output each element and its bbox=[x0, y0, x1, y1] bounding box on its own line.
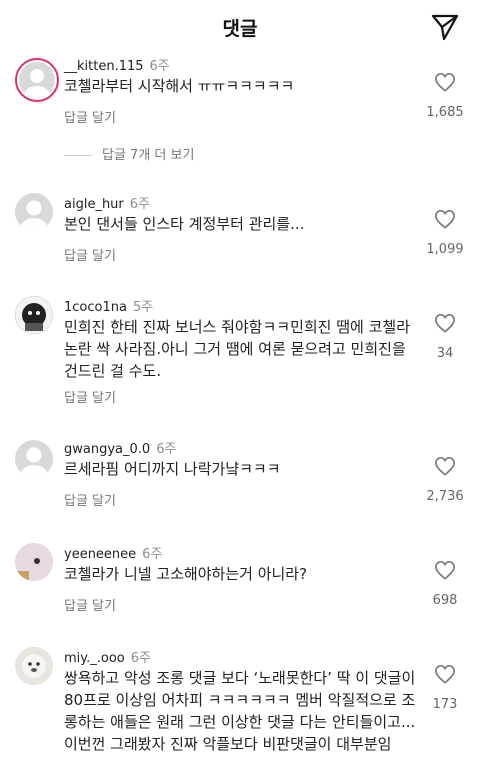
comment-username[interactable]: __kitten.115 bbox=[64, 59, 144, 74]
send-icon[interactable] bbox=[430, 12, 460, 42]
reply-button[interactable]: 답글 달기 bbox=[64, 387, 116, 406]
heart-icon[interactable] bbox=[434, 313, 456, 333]
heart-icon[interactable] bbox=[434, 72, 456, 92]
view-more-replies[interactable]: 답글 7개 더 보기 bbox=[64, 144, 194, 163]
heart-icon[interactable] bbox=[434, 456, 456, 476]
comment-username[interactable]: yeeneenee bbox=[64, 547, 136, 562]
default-avatar-icon bbox=[20, 200, 48, 231]
profile-photo-icon bbox=[15, 647, 53, 685]
profile-photo-icon bbox=[15, 296, 53, 334]
comment-text: 코첼라부터 시작해서 ㅠㅠㅋㅋㅋㅋㅋ bbox=[64, 77, 295, 95]
heart-icon[interactable] bbox=[434, 209, 456, 229]
comment-username[interactable]: miy._.ooo bbox=[64, 651, 125, 666]
default-avatar-icon bbox=[20, 447, 48, 478]
reply-button[interactable]: 답글 달기 bbox=[64, 595, 116, 614]
like-count: 1,099 bbox=[426, 242, 464, 257]
reply-button[interactable]: 답글 달기 bbox=[64, 490, 116, 509]
avatar[interactable] bbox=[15, 440, 53, 478]
comment-username[interactable]: 1coco1na bbox=[64, 300, 127, 315]
heart-icon[interactable] bbox=[434, 560, 456, 580]
comment-text: 르세라핌 어디까지 나락가냨ㅋㅋㅋ bbox=[64, 460, 281, 478]
divider bbox=[64, 155, 92, 156]
comment-time: 6주 bbox=[142, 547, 163, 562]
like-count: 34 bbox=[436, 346, 454, 361]
avatar[interactable] bbox=[15, 58, 59, 102]
like-count: 1,685 bbox=[426, 105, 464, 120]
avatar[interactable] bbox=[15, 647, 53, 685]
profile-photo-icon bbox=[15, 543, 53, 581]
header: 댓글 bbox=[0, 0, 480, 52]
comment-time: 6주 bbox=[130, 651, 151, 666]
comment-text: 코첼라가 니넬 고소해야하는거 아니라? bbox=[64, 565, 308, 583]
comment-text: 쌍욕하고 악성 조롱 댓글 보다 ‘노래못한다’ 딱 이 댓글이 80프로 이상… bbox=[64, 669, 416, 753]
reply-button[interactable]: 답글 달기 bbox=[64, 245, 116, 264]
comment-time: 6주 bbox=[149, 59, 170, 74]
like-count: 173 bbox=[432, 697, 458, 712]
heart-icon[interactable] bbox=[434, 664, 456, 684]
default-avatar-icon bbox=[24, 69, 50, 98]
avatar[interactable] bbox=[15, 296, 53, 334]
comment-username[interactable]: gwangya_0.0 bbox=[64, 442, 150, 457]
reply-button[interactable]: 답글 달기 bbox=[64, 107, 116, 126]
comment-time: 6주 bbox=[156, 442, 177, 457]
comment-text: 본인 댄서들 인스타 계정부터 관리를... bbox=[64, 215, 305, 233]
comment-text: 민희진 한테 진짜 보너스 줘야함ㅋㅋ민희진 땜에 코첼라 논란 싹 사라짐.아… bbox=[64, 318, 411, 380]
comment-username[interactable]: aigle_hur bbox=[64, 197, 124, 212]
comment-time: 6주 bbox=[129, 197, 150, 212]
like-count: 2,736 bbox=[426, 489, 464, 504]
page-title: 댓글 bbox=[222, 18, 258, 40]
like-count: 698 bbox=[432, 593, 458, 608]
comment-time: 5주 bbox=[132, 300, 154, 315]
avatar[interactable] bbox=[15, 543, 53, 581]
avatar[interactable] bbox=[15, 193, 53, 231]
